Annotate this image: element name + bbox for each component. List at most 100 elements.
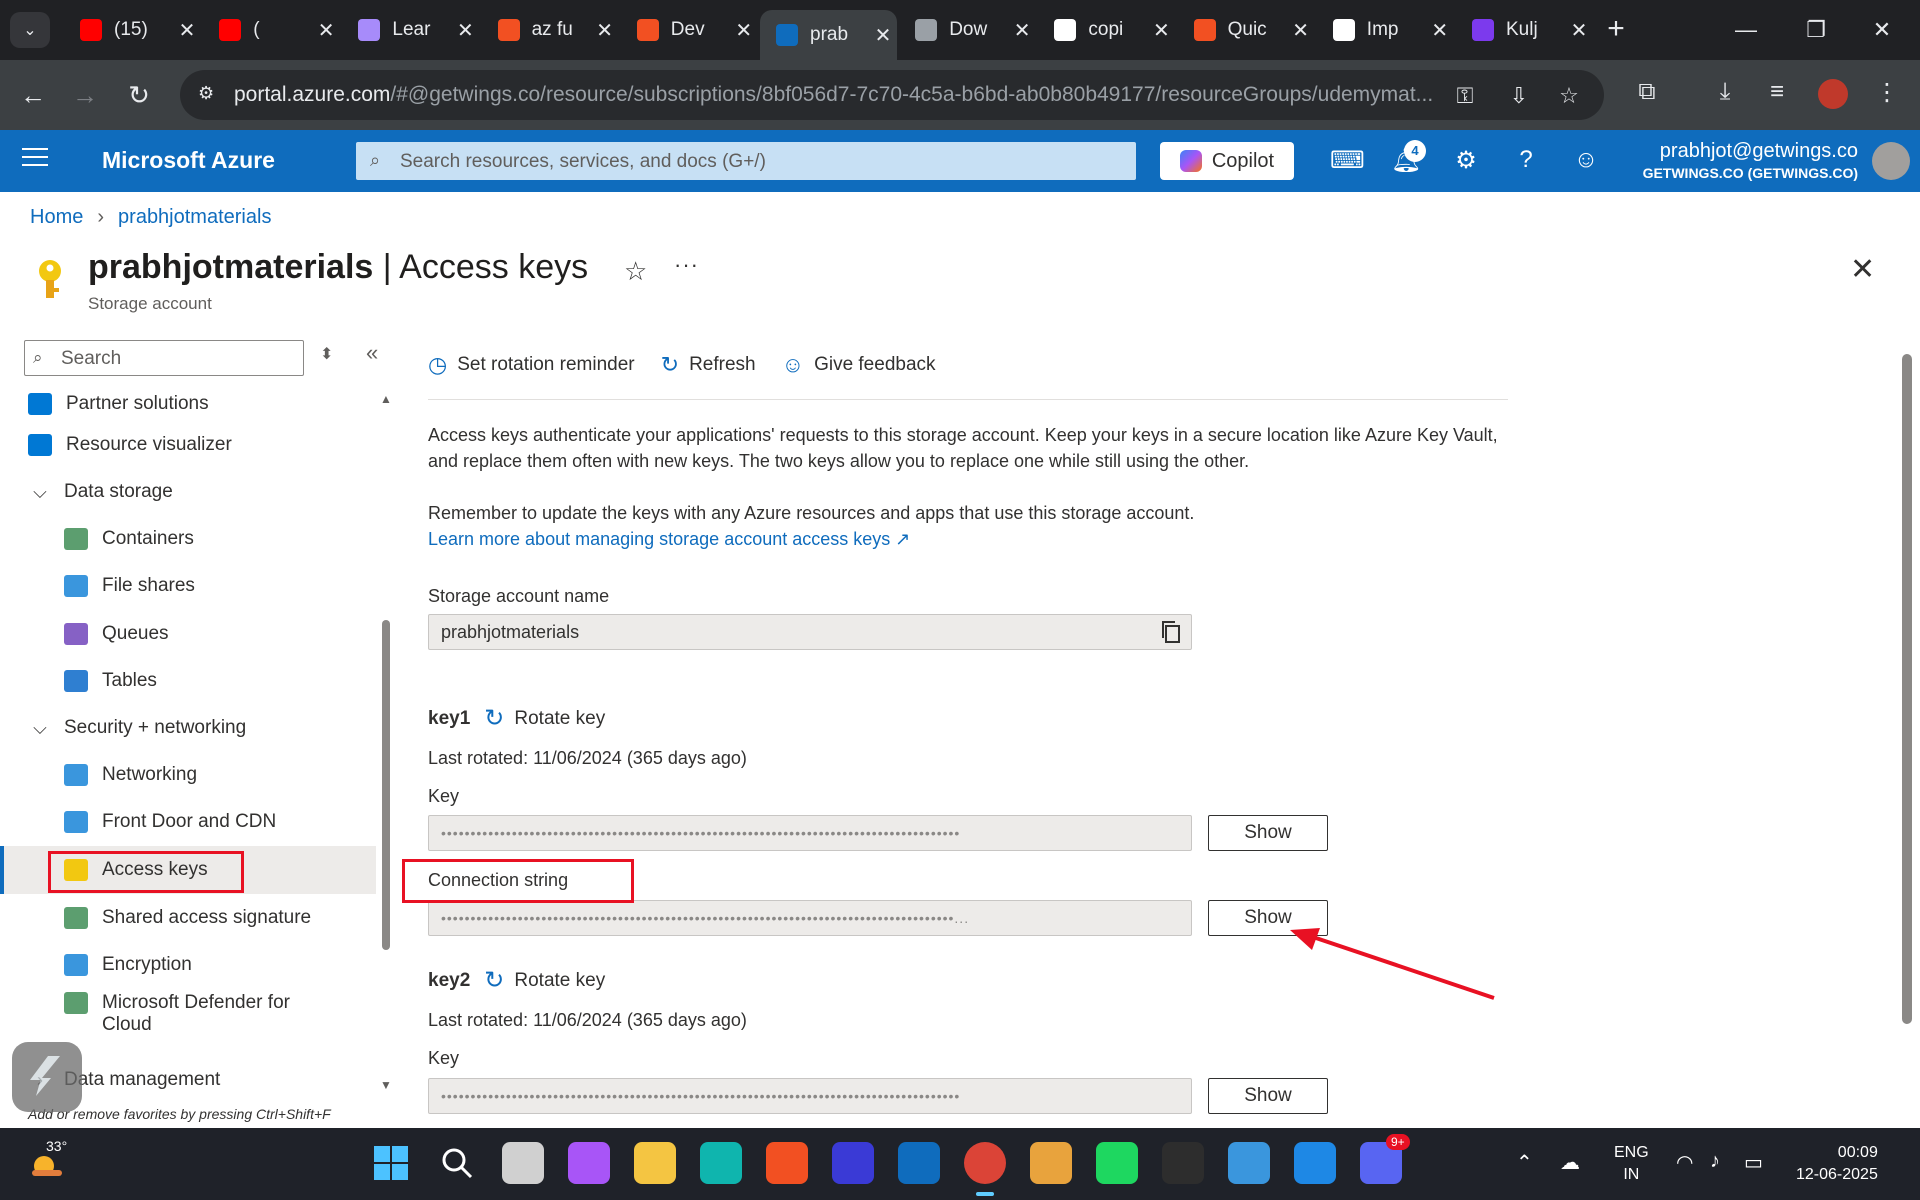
power-automate-floating-icon[interactable] bbox=[12, 1042, 82, 1112]
scroll-up-icon[interactable]: ▲ bbox=[380, 392, 392, 406]
tray-overflow-icon[interactable]: ⌃ bbox=[1516, 1150, 1533, 1175]
tab-close-icon[interactable]: ✕ bbox=[591, 18, 619, 43]
address-bar[interactable]: ⚙ portal.azure.com/#@getwings.co/resourc… bbox=[180, 70, 1604, 120]
refresh-button[interactable]: ↻ Refresh bbox=[661, 354, 756, 399]
back-icon[interactable]: ← bbox=[14, 76, 52, 114]
rotate-key-icon[interactable]: ↻ bbox=[484, 704, 504, 733]
minimize-window-icon[interactable]: — bbox=[1716, 10, 1776, 50]
edge-icon[interactable] bbox=[700, 1142, 742, 1184]
browser-tab[interactable]: Dow ✕ bbox=[899, 10, 1036, 50]
bookmark-star-icon[interactable]: ☆ bbox=[1556, 83, 1582, 109]
downloads-icon[interactable]: ⤓ bbox=[1708, 78, 1742, 112]
clock[interactable]: 00:09 12-06-2025 bbox=[1796, 1142, 1878, 1186]
copy-icon[interactable] bbox=[1160, 620, 1182, 644]
snipping-icon[interactable] bbox=[1030, 1142, 1072, 1184]
language-indicator[interactable]: ENG IN bbox=[1614, 1142, 1649, 1186]
task-view-icon[interactable] bbox=[502, 1142, 544, 1184]
tab-close-icon[interactable]: ✕ bbox=[1008, 18, 1036, 43]
help-icon[interactable]: ? bbox=[1510, 146, 1542, 178]
collapse-menu-icon[interactable]: « bbox=[366, 340, 378, 366]
outlook-new-icon[interactable] bbox=[898, 1142, 940, 1184]
file-explorer-icon[interactable] bbox=[634, 1142, 676, 1184]
tab-search-dropdown-icon[interactable]: ⌄ bbox=[10, 12, 50, 48]
browser-menu-icon[interactable]: ⋮ bbox=[1870, 78, 1904, 112]
key2-rotate-button[interactable]: Rotate key bbox=[514, 970, 605, 992]
browser-tab[interactable]: az fu ✕ bbox=[482, 10, 619, 50]
scroll-down-icon[interactable]: ▼ bbox=[380, 1078, 392, 1092]
extensions-icon[interactable]: ⧉ bbox=[1630, 78, 1664, 112]
profile-avatar[interactable] bbox=[1818, 79, 1848, 109]
nav-item-containers[interactable]: Containers bbox=[0, 515, 376, 563]
browser-tab[interactable]: Quic ✕ bbox=[1178, 10, 1315, 50]
notepad-icon[interactable] bbox=[1228, 1142, 1270, 1184]
tab-close-icon[interactable]: ✕ bbox=[173, 18, 201, 43]
key1-connection-string-field[interactable]: ••••••••••••••••••••••••••••••••••••••••… bbox=[428, 900, 1192, 936]
copilot-icon[interactable] bbox=[568, 1142, 610, 1184]
spotify-icon[interactable] bbox=[1096, 1142, 1138, 1184]
browser-tab[interactable]: Dev ✕ bbox=[621, 10, 758, 50]
tab-close-icon[interactable]: ✕ bbox=[1147, 18, 1175, 43]
menu-scrollbar[interactable] bbox=[380, 388, 392, 1088]
key2-key-field[interactable]: ••••••••••••••••••••••••••••••••••••••••… bbox=[428, 1078, 1192, 1114]
volume-icon[interactable]: ♪ bbox=[1710, 1150, 1720, 1173]
favorite-star-icon[interactable]: ☆ bbox=[624, 256, 647, 287]
url-text[interactable]: portal.azure.com/#@getwings.co/resource/… bbox=[234, 83, 1434, 107]
battery-icon[interactable]: ▭ bbox=[1744, 1150, 1763, 1175]
media-controls-icon[interactable]: ≡ bbox=[1760, 78, 1794, 112]
account-name-field[interactable]: prabhjotmaterials bbox=[428, 614, 1192, 650]
portal-brand[interactable]: Microsoft Azure bbox=[102, 147, 275, 174]
key1-key-field[interactable]: ••••••••••••••••••••••••••••••••••••••••… bbox=[428, 815, 1192, 851]
chrome-icon[interactable] bbox=[964, 1142, 1006, 1196]
reload-icon[interactable]: ↻ bbox=[120, 76, 158, 114]
tab-close-icon[interactable]: ✕ bbox=[1565, 18, 1593, 43]
browser-tab[interactable]: Lear ✕ bbox=[342, 10, 479, 50]
tab-close-icon[interactable]: ✕ bbox=[869, 23, 897, 48]
content-scrollbar-thumb[interactable] bbox=[1902, 354, 1912, 1024]
store-icon[interactable] bbox=[766, 1142, 808, 1184]
nav-item-tables[interactable]: Tables bbox=[0, 657, 376, 705]
wifi-icon[interactable]: ◠ bbox=[1676, 1150, 1693, 1175]
nav-item-security-networking[interactable]: ⌵ Security + networking bbox=[0, 704, 376, 752]
install-app-icon[interactable]: ⇩ bbox=[1506, 83, 1532, 109]
nav-item-queues[interactable]: Queues bbox=[0, 610, 376, 658]
copilot-button[interactable]: Copilot bbox=[1160, 142, 1294, 180]
nav-item-data-storage[interactable]: ⌵ Data storage bbox=[0, 468, 376, 516]
content-scrollbar[interactable] bbox=[1900, 334, 1914, 1124]
nav-item-microsoft-defender-for[interactable]: Microsoft Defender for Cloud bbox=[0, 988, 376, 1044]
tab-close-icon[interactable]: ✕ bbox=[1426, 18, 1454, 43]
account-avatar[interactable] bbox=[1872, 142, 1910, 180]
tab-close-icon[interactable]: ✕ bbox=[1287, 18, 1315, 43]
learn-more-link[interactable]: Learn more about managing storage accoun… bbox=[428, 529, 890, 549]
site-info-icon[interactable]: ⚙ bbox=[198, 83, 222, 107]
nav-item-encryption[interactable]: Encryption bbox=[0, 941, 376, 989]
nav-item-shared-access-signature[interactable]: Shared access signature bbox=[0, 894, 376, 942]
browser-tab[interactable]: (15) ✕ bbox=[64, 10, 201, 50]
key2-key-show-button[interactable]: Show bbox=[1208, 1078, 1328, 1114]
portal-menu-icon[interactable] bbox=[22, 148, 48, 172]
breadcrumb-resource[interactable]: prabhjotmaterials bbox=[118, 206, 271, 229]
weather-widget[interactable]: 33° bbox=[28, 1138, 68, 1180]
browser-tab[interactable]: copi ✕ bbox=[1038, 10, 1175, 50]
menu-search-input[interactable]: ⌕ Search bbox=[24, 340, 304, 376]
browser-tab[interactable]: prab ✕ bbox=[760, 10, 897, 60]
settings-gear-icon[interactable]: ⚙ bbox=[1450, 146, 1482, 178]
key1-key-show-button[interactable]: Show bbox=[1208, 815, 1328, 851]
forward-icon[interactable]: → bbox=[66, 76, 104, 114]
vscode-icon[interactable] bbox=[1294, 1142, 1336, 1184]
close-window-icon[interactable]: ✕ bbox=[1852, 10, 1912, 50]
nav-item-networking[interactable]: Networking bbox=[0, 751, 376, 799]
onedrive-cloud-icon[interactable]: ☁ bbox=[1560, 1150, 1580, 1175]
terminal-icon[interactable] bbox=[1162, 1142, 1204, 1184]
search-icon[interactable] bbox=[436, 1142, 478, 1184]
chevron-down-icon[interactable]: ⌵ bbox=[28, 482, 52, 503]
nav-item-front-door-and-cdn[interactable]: Front Door and CDN bbox=[0, 798, 376, 846]
sort-toggle-icon[interactable]: ⬍ bbox=[320, 344, 333, 364]
powerapps-icon[interactable] bbox=[832, 1142, 874, 1184]
new-tab-button[interactable]: + bbox=[1596, 10, 1636, 50]
browser-tab[interactable]: Kulj ✕ bbox=[1456, 10, 1593, 50]
browser-tab[interactable]: (✕ bbox=[203, 10, 340, 50]
windows-start-icon[interactable] bbox=[370, 1142, 412, 1184]
nav-item-file-shares[interactable]: File shares bbox=[0, 562, 376, 610]
more-options-icon[interactable]: ··· bbox=[674, 252, 699, 278]
cloud-shell-icon[interactable]: ⌨ bbox=[1330, 146, 1365, 178]
